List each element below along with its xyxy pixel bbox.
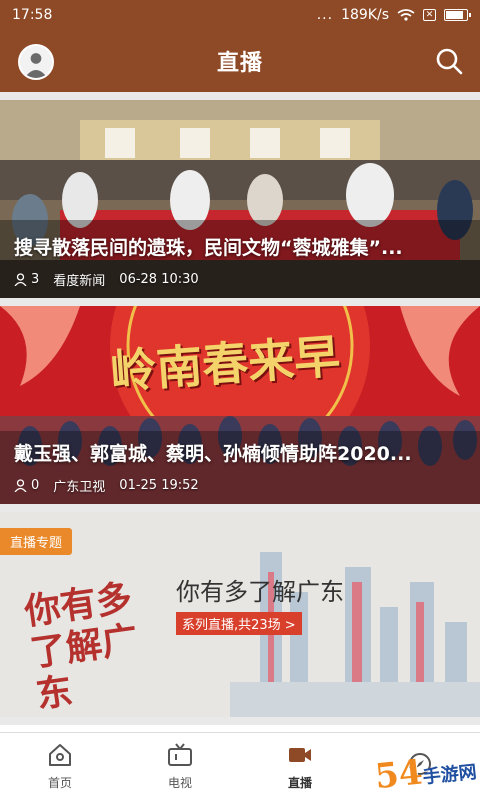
status-bar: 17:58 ... 189K/s ✕: [0, 0, 480, 30]
live-camera-icon: [289, 748, 311, 762]
tv-icon: [168, 743, 192, 766]
status-time: 17:58: [12, 7, 53, 23]
person-icon: [14, 273, 27, 286]
viewer-count: 0: [14, 478, 39, 493]
search-icon[interactable]: [434, 46, 464, 76]
card-meta: 3 看度新闻 06-28 10:30: [14, 270, 199, 289]
card-title: 搜寻散落民间的遗珠，民间文物“蓉城雅集”...: [14, 237, 403, 259]
card-source: 广东卫视: [53, 480, 106, 495]
topic-subtitle[interactable]: 系列直播,共23场 >: [176, 612, 302, 635]
viewer-number: 0: [31, 478, 40, 493]
tab-home[interactable]: 首页: [0, 733, 120, 800]
avatar[interactable]: [18, 44, 54, 80]
status-right: ... 189K/s ✕: [316, 7, 471, 23]
tab-live[interactable]: 直播: [240, 733, 360, 800]
sim-icon: ✕: [423, 9, 436, 21]
tab-label: 直播: [287, 776, 312, 790]
home-icon: [49, 744, 71, 766]
live-card[interactable]: 搜寻散落民间的遗珠，民间文物“蓉城雅集”... 3 看度新闻 06-28 10:…: [0, 100, 480, 298]
person-icon: [14, 479, 27, 492]
tab-label: 电视: [167, 776, 192, 790]
card-time: 01-25 19:52: [119, 478, 199, 493]
page-title: 直播: [216, 51, 263, 76]
viewer-number: 3: [31, 272, 40, 287]
topic-badge: 直播专题: [0, 528, 73, 555]
card-title: 戴玉强、郭富城、蔡明、孙楠倾情助阵2020...: [14, 443, 412, 465]
tab-label: 首页: [47, 776, 72, 790]
live-feed: 搜寻散落民间的遗珠，民间文物“蓉城雅集”... 3 看度新闻 06-28 10:…: [0, 92, 480, 735]
card-source: 看度新闻: [53, 274, 106, 289]
wifi-icon: [397, 9, 415, 21]
live-card[interactable]: 岭南春来早 戴玉强、郭富城、蔡明、孙楠倾情助阵2020... 0 广东卫视 01…: [0, 306, 480, 504]
battery-icon: [444, 9, 471, 21]
topic-card[interactable]: 你有多了解广东 直播专题 你有多了解广东 系列直播,共23场 >: [0, 512, 480, 717]
status-dots: ...: [316, 7, 334, 23]
topic-title: 你有多了解广东: [176, 578, 344, 606]
card-thumbnail: [0, 100, 480, 298]
app-header: 直播: [0, 30, 480, 92]
poster-calligraphy: 你有多了解广东: [21, 576, 141, 717]
viewer-count: 3: [14, 272, 39, 287]
card-time: 06-28 10:30: [119, 272, 199, 287]
tab-tv[interactable]: 电视: [120, 733, 240, 800]
network-speed: 189K/s: [341, 7, 389, 23]
card-meta: 0 广东卫视 01-25 19:52: [14, 476, 199, 495]
